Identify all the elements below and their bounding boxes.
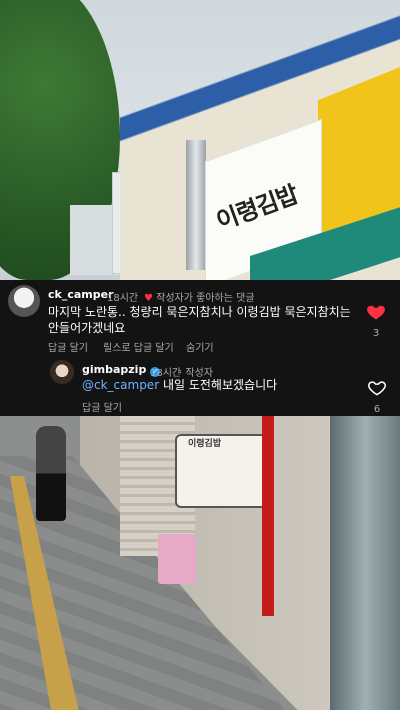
glass-door [330, 416, 400, 710]
like-count: 6 [373, 404, 381, 415]
reply-text-body: 내일 도전해보겠습니다 [159, 378, 278, 392]
liked-by-author-label: ♥ 작성자가 좋아하는 댓글 [144, 289, 255, 304]
comments-panel: ck_camper 18시간 ♥ 작성자가 좋아하는 댓글 마지막 노란통.. … [0, 280, 400, 416]
comment-username[interactable]: gimbapzip ✓ [82, 363, 161, 377]
exhaust-pipe [186, 140, 206, 270]
comment-text-line1: 마지막 노란통.. 청량리 묵은지참치나 이령김밥 묵은지참치는 [48, 305, 351, 319]
heart-outline-icon[interactable] [367, 378, 387, 398]
liked-by-author-text: 작성자가 좋아하는 댓글 [156, 293, 255, 304]
menu-board-title: 이령김밥 [188, 439, 222, 449]
reply-button[interactable]: 답글 달기 [82, 399, 122, 414]
like-count: 3 [372, 328, 380, 339]
avatar[interactable] [50, 360, 74, 384]
heart-filled-icon[interactable] [366, 302, 386, 322]
reply-button[interactable]: 답글 달기 [48, 339, 88, 354]
red-door-frame [262, 416, 274, 616]
mention-link[interactable]: @ck_camper [82, 378, 159, 392]
reply-text: @ck_camper 내일 도전해보겠습니다 [82, 377, 277, 394]
small-heart-icon: ♥ [144, 293, 153, 304]
comment-time: 18시간 [107, 293, 139, 304]
comment-username[interactable]: ck_camper [48, 288, 114, 301]
comment-text-line2: 안들어가겠네요 [48, 321, 126, 335]
pedestrian [36, 426, 66, 521]
pink-stool [158, 534, 196, 584]
username-text[interactable]: gimbapzip [82, 363, 146, 376]
avatar[interactable] [8, 285, 40, 317]
photo-bottom: 이령김밥 [0, 416, 400, 710]
hide-button[interactable]: 숨기기 [186, 339, 214, 354]
reply-with-reel-button[interactable]: 릴스로 답글 달기 [103, 339, 174, 354]
photo-top: 이령김밥 [0, 0, 400, 280]
